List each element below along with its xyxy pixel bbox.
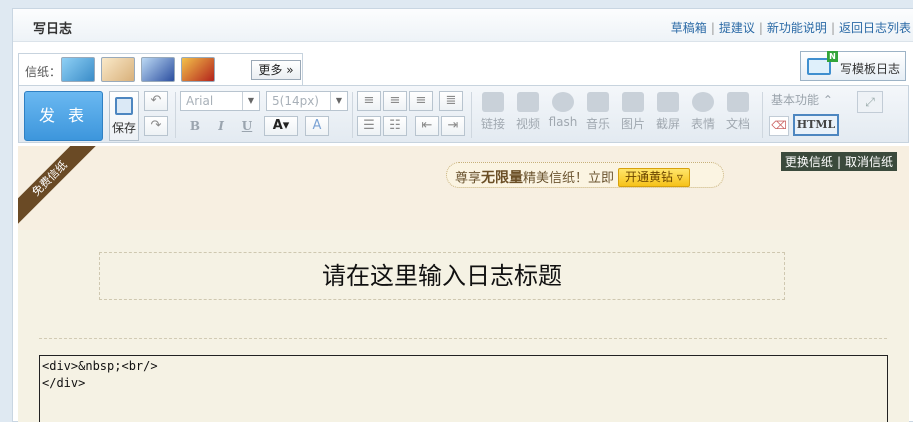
unordered-list-icon[interactable]: ☷ — [383, 116, 407, 136]
save-button[interactable]: 保存 — [109, 91, 139, 141]
image-label: 图片 — [620, 117, 645, 131]
font-size-value: 5(14px) — [272, 94, 319, 108]
chevron-down-icon: ▼ — [242, 92, 259, 110]
align-center-icon[interactable]: ≡ — [383, 91, 407, 111]
music-label: 音乐 — [585, 117, 610, 131]
align-left-icon[interactable]: ≡ — [357, 91, 381, 111]
flash-tool[interactable]: flash — [548, 92, 578, 129]
screenshot-tool[interactable]: 截屏 — [653, 92, 683, 132]
save-icon — [115, 97, 133, 115]
paper-label: 信纸： — [25, 65, 62, 79]
video-tool[interactable]: 视频 — [513, 92, 543, 132]
video-label: 视频 — [515, 117, 540, 131]
save-label: 保存 — [111, 121, 136, 135]
highlight-icon[interactable]: A — [305, 116, 329, 136]
back-to-list-link[interactable]: 返回日志列表 — [839, 21, 911, 35]
header-bar: 写日志 草稿箱 | 提建议 | 新功能说明 | 返回日志列表 — [13, 9, 913, 42]
underline-icon[interactable]: U — [236, 116, 258, 136]
page-title: 写日志 — [33, 22, 73, 37]
new-badge: N — [827, 51, 838, 62]
outdent-icon[interactable]: ⇤ — [415, 116, 439, 136]
template-diary-button[interactable]: N 写模板日志 — [800, 51, 906, 81]
document-icon — [727, 92, 749, 112]
flash-label: flash — [548, 115, 578, 129]
diary-title-input[interactable]: 请在这里输入日志标题 — [99, 252, 785, 300]
divider — [39, 338, 887, 339]
emoji-icon — [692, 92, 714, 112]
screenshot-label: 截屏 — [655, 117, 680, 131]
emoji-tool[interactable]: 表情 — [688, 92, 718, 132]
publish-button[interactable]: 发 表 — [24, 91, 103, 141]
bold-icon[interactable]: B — [184, 116, 206, 136]
italic-icon[interactable]: I — [210, 116, 232, 136]
justify-icon[interactable]: ≣ — [439, 91, 463, 111]
open-vip-label: 开通黄钻 — [625, 170, 674, 184]
fullscreen-icon[interactable]: ⤢ — [857, 91, 883, 113]
paper-thumb-4[interactable] — [181, 57, 215, 82]
new-features-link[interactable]: 新功能说明 — [767, 21, 827, 35]
more-papers-button[interactable]: 更多 » — [251, 60, 301, 80]
link-separator: | — [758, 21, 763, 35]
drafts-link[interactable]: 草稿箱 — [671, 21, 707, 35]
open-vip-button[interactable]: 开通黄钻 ▿ — [618, 168, 690, 187]
divider — [175, 92, 176, 138]
change-paper-link[interactable]: 更换信纸 — [785, 155, 833, 169]
link-label: 链接 — [480, 117, 505, 131]
link-separator: | — [836, 155, 841, 169]
ordered-list-icon[interactable]: ☰ — [357, 116, 381, 136]
document-tool[interactable]: 文档 — [723, 92, 753, 132]
image-icon — [622, 92, 644, 112]
chevron-down-icon: ▼ — [330, 92, 347, 110]
diary-editor-panel: 写日志 草稿箱 | 提建议 | 新功能说明 | 返回日志列表 信纸： 更多 » N 写模板日… — [12, 8, 913, 422]
promo-suffix: 精美信纸！立即 — [523, 171, 615, 186]
paper-thumb-2[interactable] — [101, 57, 135, 82]
font-size-select[interactable]: 5(14px) ▼ — [266, 91, 348, 111]
font-family-value: Arial — [186, 94, 214, 108]
link-separator: | — [830, 21, 835, 35]
cancel-paper-link[interactable]: 取消信纸 — [845, 155, 893, 169]
paper-thumb-3[interactable] — [141, 57, 175, 82]
music-tool[interactable]: 音乐 — [583, 92, 613, 132]
promo-prefix: 尊享 — [455, 171, 482, 186]
align-right-icon[interactable]: ≡ — [409, 91, 433, 111]
font-color-icon[interactable]: A▾ — [264, 116, 298, 136]
music-icon — [587, 92, 609, 112]
eraser-icon[interactable]: ⌫ — [769, 116, 789, 136]
divider — [471, 92, 472, 138]
vip-promo: 尊享无限量精美信纸！立即 开通黄钻 ▿ — [446, 162, 724, 188]
flash-icon — [552, 92, 574, 112]
screenshot-icon — [657, 92, 679, 112]
promo-bold: 无限量 — [481, 170, 524, 186]
template-icon: N — [807, 51, 838, 75]
top-links: 草稿箱 | 提建议 | 新功能说明 | 返回日志列表 — [671, 19, 911, 36]
image-tool[interactable]: 图片 — [618, 92, 648, 132]
undo-icon[interactable]: ↶ — [144, 91, 168, 111]
link-separator: | — [710, 21, 715, 35]
paper-selector: 信纸： 更多 » — [18, 53, 303, 85]
video-icon — [517, 92, 539, 112]
link-tool[interactable]: 链接 — [478, 92, 508, 132]
editor-area: 免费信纸 尊享无限量精美信纸！立即 开通黄钻 ▿ 更换信纸 | 取消信纸 请在这里输入… — [18, 146, 909, 422]
paper-banner: 免费信纸 尊享无限量精美信纸！立即 开通黄钻 ▿ 更换信纸 | 取消信纸 — [18, 146, 909, 230]
html-mode-button[interactable]: HTML — [793, 114, 839, 136]
paper-actions: 更换信纸 | 取消信纸 — [780, 152, 897, 171]
editor-toolbar: 发 表 保存 ↶ ↷ Arial ▼ 5(14px) ▼ B I U A▾ A … — [18, 85, 909, 143]
link-icon — [482, 92, 504, 112]
paper-thumb-1[interactable] — [61, 57, 95, 82]
html-source-editor[interactable]: <div>&nbsp;<br/> </div> — [39, 355, 888, 422]
indent-icon[interactable]: ⇥ — [441, 116, 465, 136]
template-diary-label: 写模板日志 — [840, 62, 901, 76]
basic-features-toggle[interactable]: 基本功能 ⌃ — [771, 91, 833, 108]
divider — [352, 92, 353, 138]
divider — [762, 92, 763, 138]
redo-icon[interactable]: ↷ — [144, 116, 168, 136]
emoji-label: 表情 — [690, 117, 715, 131]
font-family-select[interactable]: Arial ▼ — [180, 91, 260, 111]
suggest-link[interactable]: 提建议 — [719, 21, 755, 35]
document-label: 文档 — [725, 117, 750, 131]
free-paper-ribbon: 免费信纸 — [18, 146, 99, 228]
